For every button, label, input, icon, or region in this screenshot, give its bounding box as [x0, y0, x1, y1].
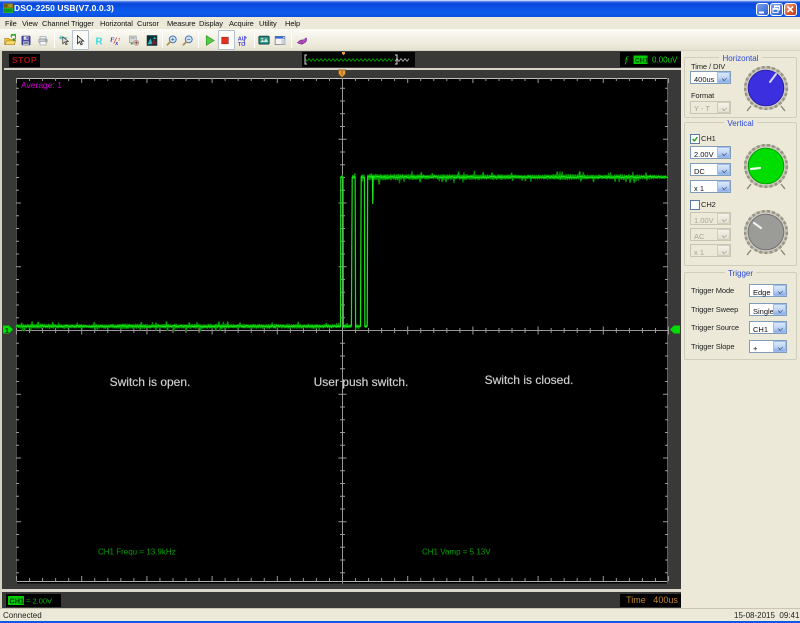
svg-text:CH1 Frequ = 13.9kHz: CH1 Frequ = 13.9kHz	[98, 548, 176, 557]
svg-text:Average: 1: Average: 1	[21, 80, 62, 90]
svg-text:R: R	[96, 36, 103, 47]
svg-text:Switch is closed.: Switch is closed.	[485, 373, 574, 387]
svg-text:CH1 Vamp = 5.13V: CH1 Vamp = 5.13V	[422, 548, 491, 557]
svg-text:User push switch.: User push switch.	[314, 375, 409, 389]
svg-text:z: z	[118, 37, 121, 42]
svg-text:Switch is open.: Switch is open.	[110, 375, 191, 389]
svg-text:x: x	[114, 41, 118, 47]
svg-text:1: 1	[5, 328, 9, 335]
svg-text:= 2.00V: = 2.00V	[26, 597, 52, 606]
svg-text:CH1: CH1	[9, 597, 24, 606]
